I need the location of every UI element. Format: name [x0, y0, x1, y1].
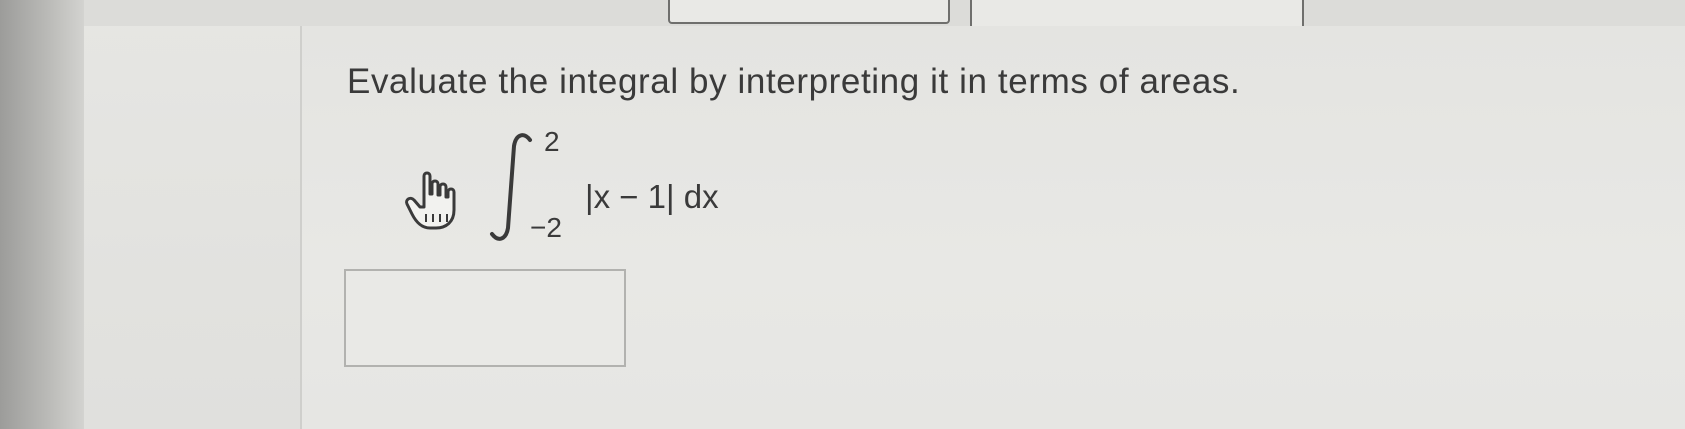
- answer-input-box[interactable]: [344, 269, 626, 367]
- integral-upper-limit: 2: [544, 126, 560, 157]
- integral-lower-limit: −2: [530, 212, 562, 243]
- integrand: |x − 1| dx: [585, 178, 719, 215]
- left-gutter: [0, 0, 84, 429]
- integral-sign: [490, 133, 532, 241]
- panel-divider: [300, 26, 302, 429]
- question-prompt: Evaluate the integral by interpreting it…: [347, 62, 1241, 101]
- top-answer-box-left[interactable]: [668, 0, 950, 24]
- pointing-hand-icon[interactable]: [404, 170, 460, 232]
- left-panel: [84, 0, 300, 429]
